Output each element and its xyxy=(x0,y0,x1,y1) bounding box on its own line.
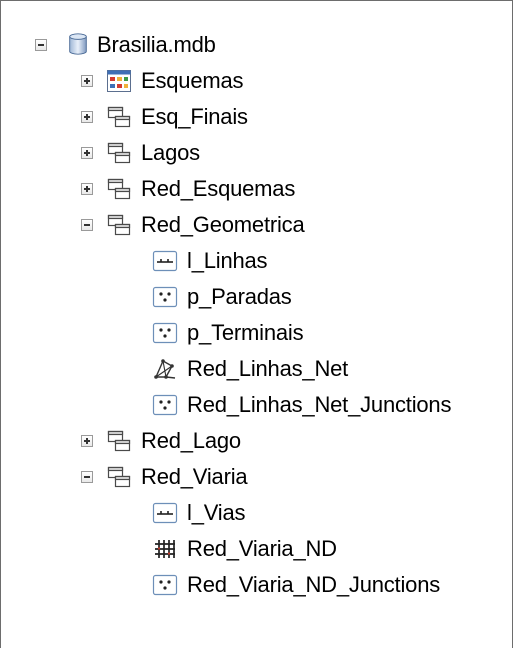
tree-node-red-geometrica[interactable]: Red_Geometrica xyxy=(1,207,501,243)
tree-node-label: l_Linhas xyxy=(187,248,268,273)
tree-node-l-vias[interactable]: l_Vias xyxy=(1,495,501,531)
collapse-toggle[interactable] xyxy=(81,219,93,231)
tree-node-red-viaria-nd-junctions[interactable]: Red_Viaria_ND_Junctions xyxy=(1,567,511,603)
feature-dataset-icon xyxy=(107,214,131,236)
tree-node-esquemas[interactable]: Esquemas xyxy=(1,63,501,99)
tree-node-label: Red_Viaria xyxy=(141,464,248,489)
tree-node-label: Esq_Finais xyxy=(141,104,248,129)
collapse-toggle[interactable] xyxy=(35,39,47,51)
tree-node-lagos[interactable]: Lagos xyxy=(1,135,501,171)
feature-dataset-icon xyxy=(107,430,131,452)
tree-node-label: p_Terminais xyxy=(187,320,304,345)
expand-toggle[interactable] xyxy=(81,75,93,87)
tree-node-label: Red_Esquemas xyxy=(141,176,296,201)
line-feature-class-icon xyxy=(152,250,178,272)
tree-node-label: Brasilia.mdb xyxy=(97,32,216,57)
tree-node-red-linhas-net-junctions[interactable]: Red_Linhas_Net_Junctions xyxy=(1,387,511,423)
point-feature-class-icon xyxy=(152,286,178,308)
database-icon xyxy=(69,33,87,55)
tree-node-label: Red_Viaria_ND xyxy=(187,536,337,561)
tree-node-p-paradas[interactable]: p_Paradas xyxy=(1,279,501,315)
tree-node-l-linhas[interactable]: l_Linhas xyxy=(1,243,501,279)
expand-toggle[interactable] xyxy=(81,147,93,159)
point-feature-class-icon xyxy=(152,322,178,344)
expand-toggle[interactable] xyxy=(81,111,93,123)
tree-node-esq-finais[interactable]: Esq_Finais xyxy=(1,99,501,135)
tree-node-label: Lagos xyxy=(141,140,200,165)
tree-node-label: l_Vias xyxy=(187,500,246,525)
line-feature-class-icon xyxy=(152,502,178,524)
tree-node-label: Red_Lago xyxy=(141,428,241,453)
tree-node-red-linhas-net[interactable]: Red_Linhas_Net xyxy=(1,351,501,387)
geometric-network-icon xyxy=(154,359,176,379)
feature-dataset-icon xyxy=(107,142,131,164)
tree-node-label: Red_Geometrica xyxy=(141,212,305,237)
feature-dataset-icon xyxy=(107,466,131,488)
feature-dataset-icon xyxy=(107,106,131,128)
schematic-dataset-icon xyxy=(107,70,131,92)
expand-toggle[interactable] xyxy=(81,435,93,447)
tree-node-label: p_Paradas xyxy=(187,284,292,309)
network-dataset-icon xyxy=(155,540,175,558)
tree-node-label: Red_Linhas_Net xyxy=(187,356,349,381)
expand-toggle[interactable] xyxy=(81,183,93,195)
tree-node-label: Esquemas xyxy=(141,68,244,93)
tree-node-label: Red_Viaria_ND_Junctions xyxy=(187,572,441,597)
point-feature-class-icon xyxy=(152,574,178,596)
point-feature-class-icon xyxy=(152,394,178,416)
tree-node-brasilia-mdb[interactable]: Brasilia.mdb xyxy=(1,27,501,63)
feature-dataset-icon xyxy=(107,178,131,200)
tree-node-label: Red_Linhas_Net_Junctions xyxy=(187,392,452,417)
collapse-toggle[interactable] xyxy=(81,471,93,483)
tree-node-p-terminais[interactable]: p_Terminais xyxy=(1,315,501,351)
tree-node-red-viaria-nd[interactable]: Red_Viaria_ND xyxy=(1,531,501,567)
tree-node-red-esquemas[interactable]: Red_Esquemas xyxy=(1,171,501,207)
tree-node-red-lago[interactable]: Red_Lago xyxy=(1,423,501,459)
tree-node-red-viaria[interactable]: Red_Viaria xyxy=(1,459,501,495)
catalog-tree-panel: Brasilia.mdb Esquemas Esq_Finais Lagos R… xyxy=(0,0,513,648)
